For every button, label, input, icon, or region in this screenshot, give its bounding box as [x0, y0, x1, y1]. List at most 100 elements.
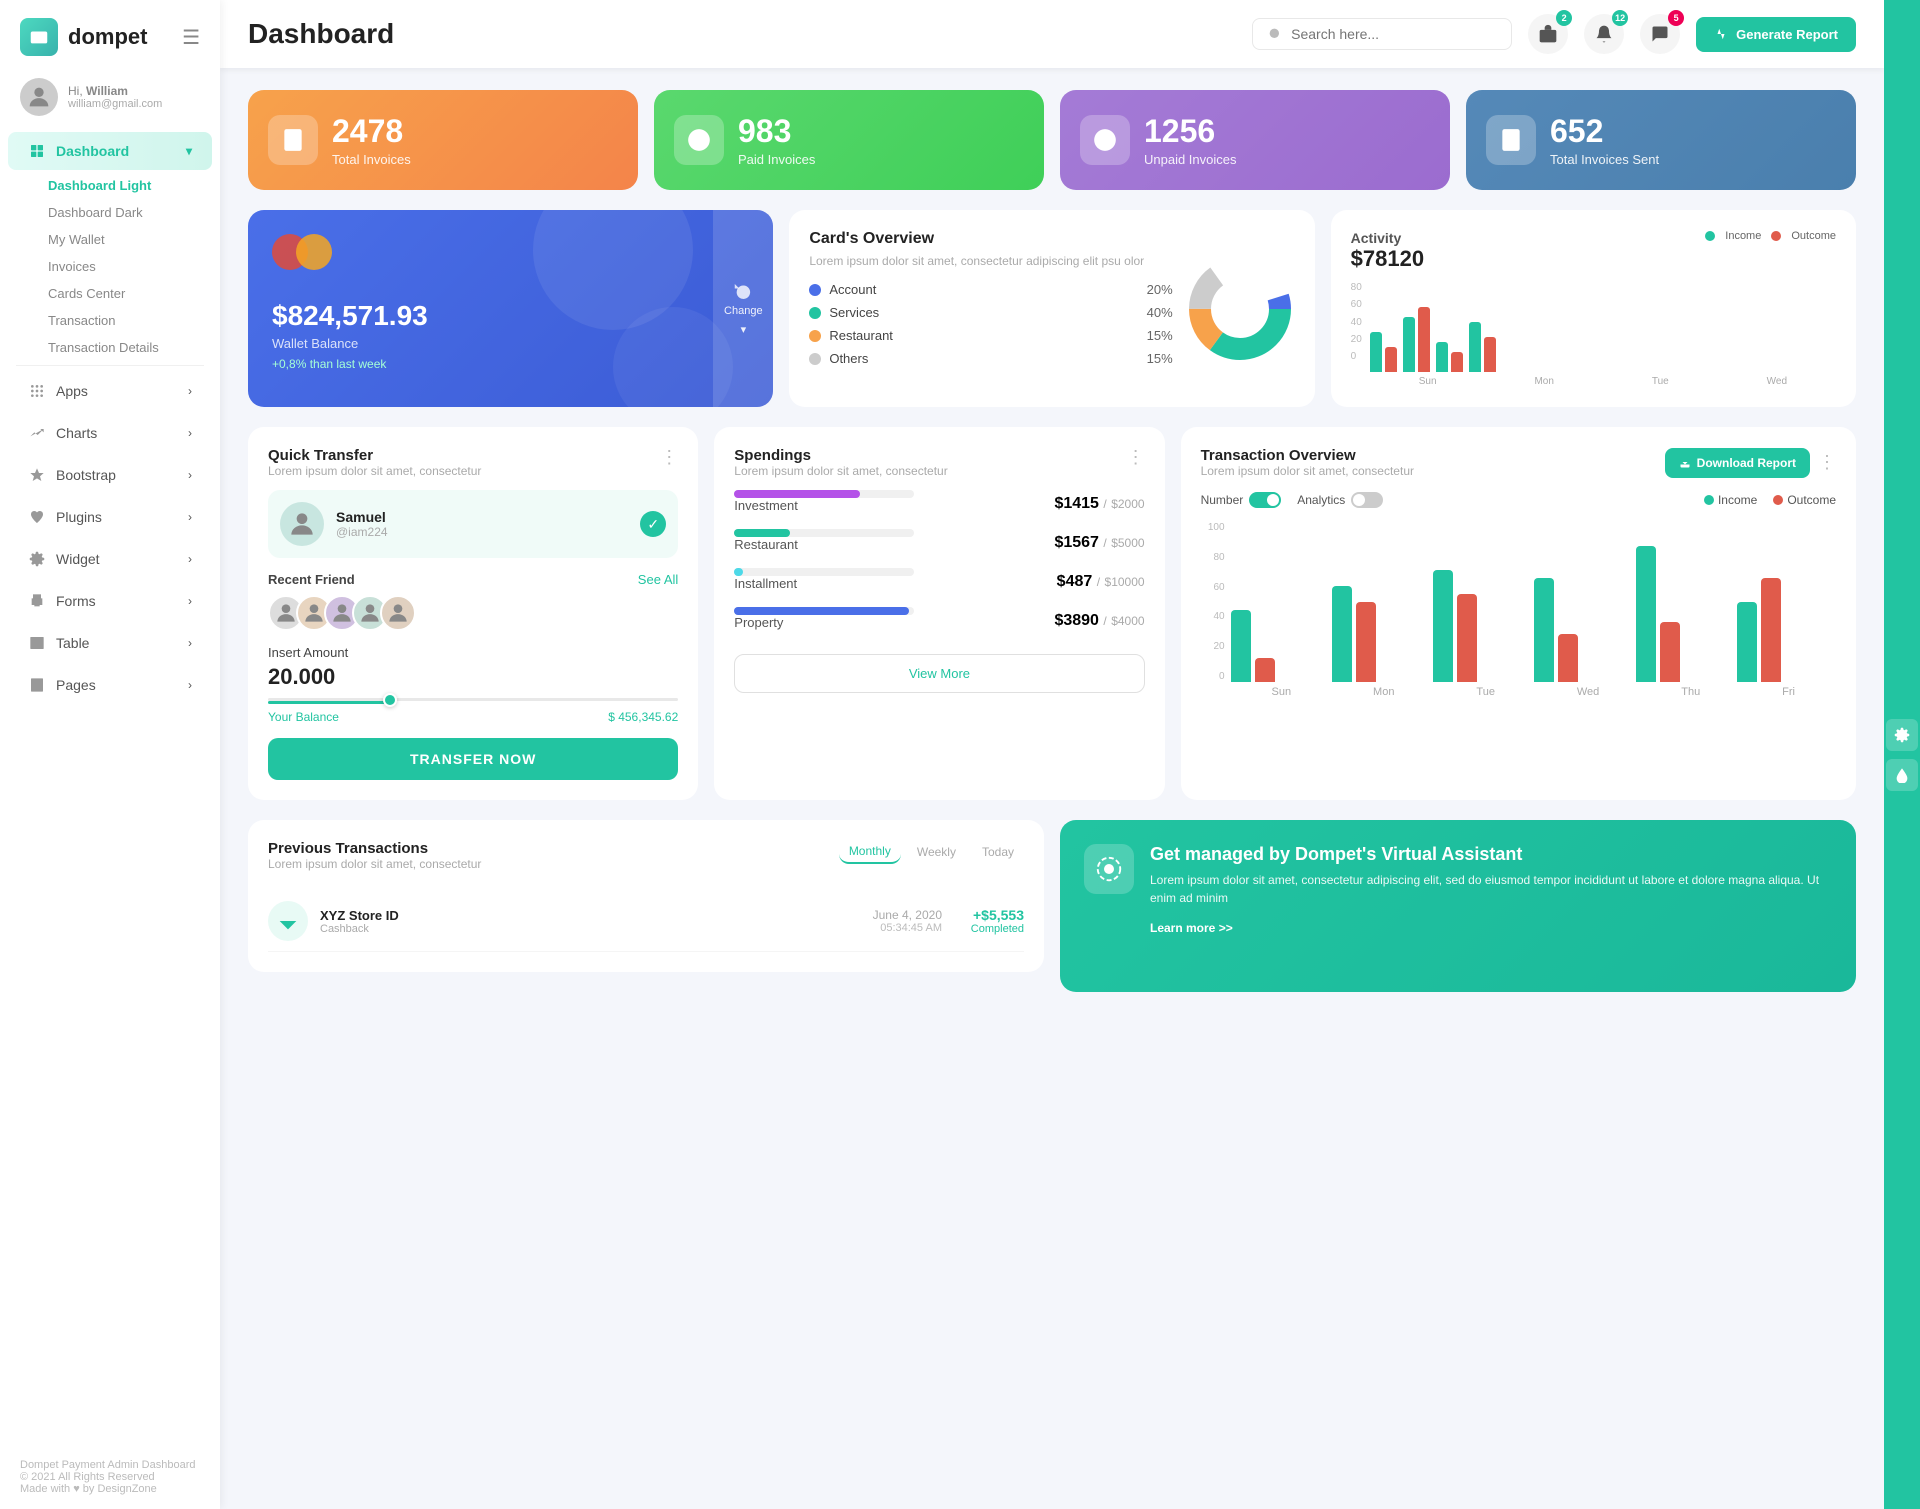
sidebar-sub-transaction-details[interactable]: Transaction Details	[0, 334, 220, 361]
sidebar-item-bootstrap[interactable]: Bootstrap ›	[8, 456, 212, 494]
va-learn-more[interactable]: Learn more >>	[1150, 921, 1233, 935]
transaction-overview: Transaction Overview Lorem ipsum dolor s…	[1181, 427, 1856, 800]
recipient-name: Samuel	[336, 509, 388, 525]
spending-installment: Installment $487 / $10000	[734, 568, 1144, 595]
bar-group-fri	[1737, 578, 1836, 682]
paid-invoices-label: Paid Invoices	[738, 152, 815, 167]
sidebar-item-charts-label: Charts	[56, 425, 97, 441]
paid-invoices-num: 983	[738, 113, 815, 150]
transfer-now-button[interactable]: TRANSFER NOW	[268, 738, 678, 780]
bag-icon	[1538, 24, 1558, 44]
main: Dashboard 2 12 5 Generate Report	[220, 0, 1884, 1509]
sidebar-item-table[interactable]: Table ›	[8, 624, 212, 662]
grid-icon	[28, 142, 46, 160]
sidebar-sub-dashboard-dark[interactable]: Dashboard Dark	[0, 199, 220, 226]
cards-overview-title: Card's Overview	[809, 230, 1172, 248]
legend-dot-account	[809, 284, 821, 296]
widget-arrow: ›	[188, 552, 192, 566]
bar-chart-small	[1370, 292, 1836, 372]
bootstrap-arrow: ›	[188, 468, 192, 482]
installment-amount: $487	[1057, 573, 1093, 590]
legend-restaurant: Restaurant 15%	[809, 328, 1172, 343]
legend-dot-others	[809, 353, 821, 365]
total-invoices-icon	[268, 115, 318, 165]
bag-button[interactable]: 2	[1528, 14, 1568, 54]
settings-button[interactable]	[1886, 719, 1918, 751]
spendings-menu[interactable]: ⋮	[1127, 447, 1145, 468]
sidebar-item-apps-label: Apps	[56, 383, 88, 399]
bar-wed-income	[1469, 322, 1481, 372]
sidebar-item-charts[interactable]: Charts ›	[8, 414, 212, 452]
number-toggle-switch[interactable]	[1249, 492, 1281, 508]
slider-thumb[interactable]	[383, 693, 397, 707]
wallet-change-button[interactable]: Change ▾	[713, 210, 773, 407]
charts-icon	[28, 424, 46, 442]
bar-chart-x-labels: SunMonTueWed	[1370, 376, 1836, 387]
friend-5[interactable]	[380, 595, 416, 631]
logo-icon	[20, 18, 58, 56]
quick-transfer-menu[interactable]: ⋮	[660, 447, 678, 468]
stat-card-total: 2478 Total Invoices	[248, 90, 638, 190]
sidebar-user: Hi, William william@gmail.com	[0, 68, 220, 130]
bell-button[interactable]: 12	[1584, 14, 1624, 54]
sidebar-item-widget[interactable]: Widget ›	[8, 540, 212, 578]
sidebar-sub-invoices[interactable]: Invoices	[0, 253, 220, 280]
wallet-label: Wallet Balance	[272, 336, 749, 351]
mc-circle-orange	[296, 234, 332, 270]
income-legend-dot	[1704, 495, 1714, 505]
header: Dashboard 2 12 5 Generate Report	[220, 0, 1884, 68]
sent-invoices-icon	[1486, 115, 1536, 165]
search-box[interactable]	[1252, 18, 1512, 50]
sidebar-sub-transaction[interactable]: Transaction	[0, 307, 220, 334]
report-icon	[1714, 27, 1728, 41]
sidebar-item-plugins[interactable]: Plugins ›	[8, 498, 212, 536]
unpaid-invoices-label: Unpaid Invoices	[1144, 152, 1237, 167]
filter-today[interactable]: Today	[972, 840, 1024, 864]
star-icon	[28, 466, 46, 484]
number-toggle[interactable]: Number	[1201, 492, 1282, 508]
water-button[interactable]	[1886, 759, 1918, 791]
hamburger[interactable]: ☰	[182, 25, 200, 50]
cards-overview: Card's Overview Lorem ipsum dolor sit am…	[789, 210, 1314, 407]
bar-group-tue	[1433, 570, 1532, 682]
chat-button[interactable]: 5	[1640, 14, 1680, 54]
generate-report-button[interactable]: Generate Report	[1696, 17, 1856, 52]
spending-investment: Investment $1415 / $2000	[734, 490, 1144, 517]
y-axis: 806040200	[1351, 282, 1366, 362]
chevron-down-icon: ▾	[741, 323, 747, 336]
trans-status: Completed	[954, 923, 1024, 935]
download-icon	[1679, 457, 1691, 469]
investment-amount: $1415	[1054, 495, 1099, 512]
sidebar-sub-dashboard-light[interactable]: Dashboard Light	[0, 172, 220, 199]
recent-friends-row: Recent Friend See All	[268, 572, 678, 587]
sidebar-item-forms[interactable]: Forms ›	[8, 582, 212, 620]
wallet-amount: $824,571.93	[272, 300, 749, 332]
investment-label: Investment	[734, 498, 914, 513]
sidebar-item-apps[interactable]: Apps ›	[8, 372, 212, 410]
amount-slider[interactable]	[268, 698, 678, 704]
filter-monthly[interactable]: Monthly	[839, 840, 901, 864]
bottom-row: Quick Transfer Lorem ipsum dolor sit ame…	[248, 427, 1856, 800]
income-label: Income	[1725, 230, 1761, 242]
page-title: Dashboard	[248, 18, 1236, 50]
gear-icon	[28, 550, 46, 568]
bar-group-thu	[1636, 546, 1735, 682]
download-report-button[interactable]: Download Report	[1665, 448, 1810, 478]
sidebar-item-dashboard[interactable]: Dashboard ▾	[8, 132, 212, 170]
analytics-toggle[interactable]: Analytics	[1297, 492, 1383, 508]
sidebar-sub-cards-center[interactable]: Cards Center	[0, 280, 220, 307]
view-more-button[interactable]: View More	[734, 654, 1144, 693]
restaurant-amount: $1567	[1054, 534, 1099, 551]
trans-name: XYZ Store ID	[320, 908, 399, 923]
user-name: William	[86, 84, 128, 98]
filter-weekly[interactable]: Weekly	[907, 840, 966, 864]
sidebar-sub-my-wallet[interactable]: My Wallet	[0, 226, 220, 253]
search-input[interactable]	[1291, 26, 1471, 42]
trans-icon-cashback	[268, 901, 308, 941]
trans-menu-icon[interactable]: ⋮	[1818, 452, 1836, 473]
sidebar-item-pages[interactable]: Pages ›	[8, 666, 212, 704]
legend-services: Services 40%	[809, 305, 1172, 320]
user-info: Hi, William william@gmail.com	[68, 84, 162, 110]
analytics-toggle-switch[interactable]	[1351, 492, 1383, 508]
see-all-button[interactable]: See All	[638, 572, 678, 587]
